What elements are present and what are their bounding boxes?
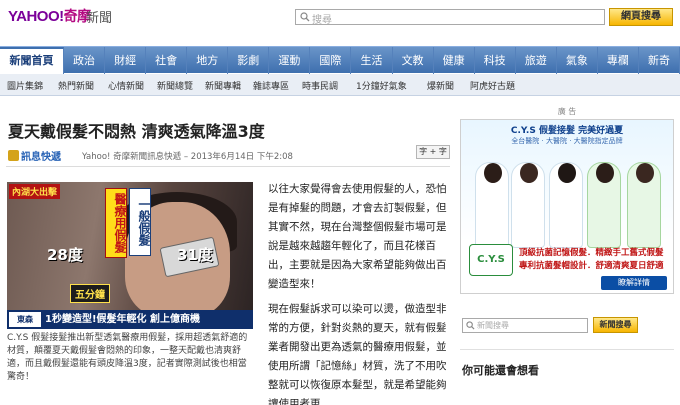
news-express-icon <box>8 150 19 161</box>
font-size-toggle[interactable]: 字 + 字 <box>416 145 450 159</box>
section-title[interactable]: 新聞 <box>86 7 112 26</box>
ad-subtitle: 全台醫院 · 大醫院 · 大醫院指定品牌 <box>511 137 623 145</box>
source-logo[interactable]: 訊息快遞 <box>8 148 61 163</box>
ad-person <box>511 162 545 248</box>
search-icon <box>466 321 475 330</box>
ettoday-logo: 東森 17:18 <box>9 312 41 327</box>
photo-banner-medical: 醫療用假髮 <box>105 188 127 258</box>
article-photo[interactable]: 內湖大出擊 醫療用假髮 一般假髮 28度 31度 五分鐘 東森 17:18 1秒… <box>7 182 253 329</box>
nav-item[interactable]: 文教 <box>393 47 434 74</box>
nav-item[interactable]: 專欄 <box>598 47 639 74</box>
nav-item[interactable]: 影劇 <box>228 47 270 74</box>
nav-item[interactable]: 健康 <box>434 47 475 74</box>
search-placeholder: 搜尋 <box>312 15 332 26</box>
subnav-item[interactable]: 時事民調 <box>302 79 338 92</box>
subnav-item[interactable]: 爆新聞 <box>427 79 454 92</box>
main-nav: 新聞首頁 政治 財經 社會 地方 影劇 運動 國際 生活 文教 健康 科技 旅遊 氣象 專欄 新奇 <box>0 46 680 74</box>
subnav-item[interactable]: 1分鐘好氣象 <box>356 79 407 92</box>
ad-line-2: 專利抗菌髮帽設計．舒適清爽夏日舒適 <box>519 261 664 271</box>
logo-text: YAHOO! <box>8 8 64 25</box>
web-search-button[interactable]: 網頁搜尋 <box>609 8 673 26</box>
nav-item[interactable]: 科技 <box>475 47 516 74</box>
ad-person <box>627 162 661 248</box>
header: YAHOO!奇摩 新聞 搜尋 網頁搜尋 <box>0 0 680 44</box>
subnav-item[interactable]: 雜誌專區 <box>253 79 289 92</box>
photo-banner-regular: 一般假髮 <box>129 188 151 256</box>
photo-tag: 內湖大出擊 <box>9 184 61 199</box>
ad-person <box>475 162 509 248</box>
ad-banner[interactable]: C.Y.S 假髮接髮 完美好過夏 全台醫院 · 大醫院 · 大醫院指定品牌 C.… <box>460 119 674 294</box>
nav-item[interactable]: 新奇 <box>639 47 680 74</box>
photo-temp-left: 28度 <box>47 246 83 264</box>
nav-item[interactable]: 運動 <box>269 47 311 74</box>
subnav-item[interactable]: 心情新聞 <box>108 79 144 92</box>
cys-logo: C.Y.S <box>469 244 513 276</box>
photo-temp-right: 31度 <box>177 246 213 264</box>
photo-badge: 五分鐘 <box>70 284 110 303</box>
ad-person <box>549 162 583 248</box>
divider <box>460 349 674 350</box>
ad-line-1: 頂級抗菌記憶假髮．精緻手工舊式假髮 <box>519 248 664 258</box>
ad-title: C.Y.S 假髮接髮 完美好過夏 <box>510 126 624 136</box>
nav-item[interactable]: 生活 <box>351 47 393 74</box>
nav-item[interactable]: 新聞首頁 <box>0 47 64 74</box>
article-paragraph-2: 現在假髮訴求可以染可以燙，做造型非常的方便，針對炎熱的夏天，就有假髮業者開發出更… <box>268 303 447 405</box>
news-search-placeholder: 新聞搜尋 <box>477 321 509 330</box>
article-title: 夏天戴假髮不悶熱 清爽透氣降溫3度 <box>8 122 265 141</box>
news-search-input[interactable]: 新聞搜尋 <box>462 318 588 333</box>
yahoo-logo[interactable]: YAHOO!奇摩 <box>8 6 91 26</box>
photo-caption-bar: 東森 17:18 1秒變造型!假髮年輕化 創上億商機 <box>7 310 253 329</box>
ad-label: 廣 告 <box>557 107 577 116</box>
nav-item[interactable]: 旅遊 <box>516 47 557 74</box>
nav-item[interactable]: 社會 <box>146 47 188 74</box>
sub-nav: 圖片集錦 熱門新聞 心情新聞 新聞總覽 新聞專輯 雜誌專區 時事民調 1分鐘好氣象 爆新聞 阿虎好… <box>0 74 680 96</box>
ad-details-button[interactable]: 瞭解詳情 <box>601 276 667 290</box>
subnav-item[interactable]: 圖片集錦 <box>7 79 43 92</box>
photo-caption: C.Y.S 假髮接髮推出新型透氣醫療用假髮，採用超透氣舒適的材質，顛覆夏天戴假髮… <box>7 333 248 382</box>
article-paragraph-1: 以往大家覺得會去使用假髮的人，恐怕是有掉髮的問題，才會去訂製假髮，但其實不然，現… <box>268 183 447 290</box>
source-logo-label: 訊息快遞 <box>21 152 61 163</box>
search-input[interactable]: 搜尋 <box>295 9 605 26</box>
subnav-item[interactable]: 新聞總覽 <box>157 79 193 92</box>
subnav-item[interactable]: 新聞專輯 <box>205 79 241 92</box>
photo-caption-text: 1秒變造型!假髮年輕化 創上億商機 <box>45 314 200 325</box>
divider <box>6 166 450 167</box>
search-icon <box>300 12 310 22</box>
subnav-item[interactable]: 阿虎好古題 <box>470 79 515 92</box>
nav-item[interactable]: 國際 <box>310 47 352 74</box>
subnav-item[interactable]: 熱門新聞 <box>58 79 94 92</box>
ad-person <box>587 162 621 248</box>
article-byline: Yahoo! 奇摩新聞訊息快遞 – 2013年6月14日 下午2:08 <box>82 152 293 162</box>
nav-item[interactable]: 地方 <box>187 47 229 74</box>
news-search-button[interactable]: 新聞搜尋 <box>593 317 638 333</box>
nav-item[interactable]: 氣象 <box>557 47 598 74</box>
related-heading: 你可能還會想看 <box>462 364 539 377</box>
nav-item[interactable]: 政治 <box>64 47 106 74</box>
nav-item[interactable]: 財經 <box>105 47 147 74</box>
